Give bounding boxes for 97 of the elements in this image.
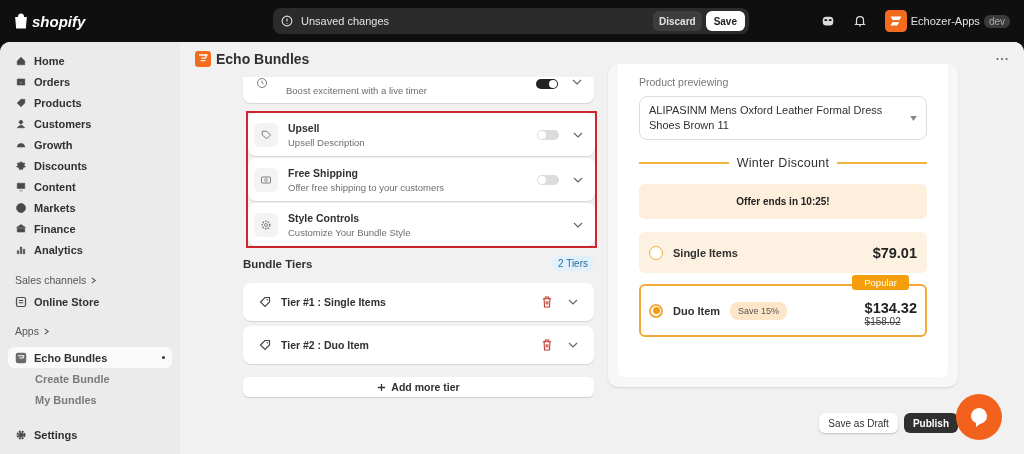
banknote-icon xyxy=(260,173,272,186)
chevron-right-icon xyxy=(42,327,50,335)
toggle-switch[interactable] xyxy=(537,129,559,140)
option-name: Single Items xyxy=(673,246,738,259)
nav-icon xyxy=(15,75,27,88)
nav-item[interactable]: Finance xyxy=(8,218,172,239)
nav-item[interactable]: Products xyxy=(8,92,172,113)
store-logo-icon xyxy=(884,10,907,32)
add-tier-button[interactable]: Add more tier xyxy=(243,377,594,397)
chevron-down-icon[interactable] xyxy=(573,221,583,228)
store-menu[interactable]: Echozer-Apps dev xyxy=(884,10,1010,32)
option-price: $134.32 xyxy=(864,300,917,316)
tier-count-badge: 2 Tiers xyxy=(552,256,594,271)
nav-icon xyxy=(15,222,27,235)
gear-icon xyxy=(15,428,27,441)
toggle-switch[interactable] xyxy=(536,79,558,89)
settings-item[interactable]: Settings xyxy=(8,424,172,445)
nav-icon xyxy=(15,159,27,172)
brand-name: shopify xyxy=(32,12,86,30)
gear-icon xyxy=(260,218,272,231)
chat-bubble-icon[interactable] xyxy=(956,394,1002,440)
tag-plus-icon xyxy=(260,128,272,141)
nav-item[interactable]: Orders xyxy=(8,71,172,92)
storefront-icon xyxy=(15,295,27,308)
nav-icon xyxy=(15,117,27,130)
feature-description: Upsell Description xyxy=(288,136,366,148)
discard-button[interactable]: Discard xyxy=(652,11,702,31)
nav-icon xyxy=(15,201,27,214)
trash-icon[interactable] xyxy=(542,339,552,351)
environment-badge: dev xyxy=(983,14,1010,28)
popular-tag: Popular xyxy=(852,275,909,290)
page-title: Echo Bundles xyxy=(216,51,310,67)
discount-badge: Save 15% xyxy=(730,301,788,320)
shopping-bag-icon xyxy=(14,13,28,29)
nav-item[interactable]: Customers xyxy=(8,113,172,134)
nav-item[interactable]: Growth xyxy=(8,134,172,155)
sub-nav-item[interactable]: My Bundles xyxy=(8,389,172,410)
nav-item[interactable]: Home xyxy=(8,50,172,71)
publish-button[interactable]: Publish xyxy=(903,413,958,433)
nav-icon xyxy=(15,180,27,193)
chevron-down-icon[interactable] xyxy=(568,342,578,348)
sales-channels-heading[interactable]: Sales channels xyxy=(8,271,172,289)
nav-item[interactable]: Echo Bundles xyxy=(8,347,172,368)
pin-dot-icon xyxy=(162,356,165,359)
option-name: Duo Item xyxy=(673,304,721,317)
apps-heading[interactable]: Apps xyxy=(8,322,172,340)
mask-icon[interactable] xyxy=(820,14,835,28)
clock-icon xyxy=(256,77,268,89)
notification-bell-icon[interactable] xyxy=(852,14,867,28)
dropdown-caret-icon xyxy=(910,115,917,121)
feature-description: Boost excitement with a live timer xyxy=(286,85,428,96)
chevron-down-icon[interactable] xyxy=(573,176,583,183)
nav-item[interactable]: Discounts xyxy=(8,155,172,176)
tier-name: Tier #1 : Single Items xyxy=(281,296,387,308)
tier-card[interactable]: Tier #1 : Single Items xyxy=(243,283,594,321)
nav-icon xyxy=(15,54,27,67)
more-icon[interactable] xyxy=(996,57,1008,61)
product-select[interactable]: ALIPASINM Mens Oxford Leather Formal Dress Shoes Brown 11 xyxy=(639,96,927,140)
bundle-option[interactable]: Single Items $79.01 xyxy=(639,232,927,273)
chevron-down-icon[interactable] xyxy=(568,299,578,305)
store-name: Echozer-Apps xyxy=(910,15,980,27)
nav-icon xyxy=(15,243,27,256)
plus-icon xyxy=(377,382,387,392)
tier-card[interactable]: Tier #2 : Duo Item xyxy=(243,326,594,364)
nav-item[interactable]: Content xyxy=(8,176,172,197)
nav-item[interactable]: Online Store xyxy=(8,291,172,312)
chevron-right-icon xyxy=(90,276,98,284)
unsaved-notice: Unsaved changes xyxy=(301,15,390,27)
app-logo-icon xyxy=(195,51,211,67)
feature-title: Style Controls xyxy=(288,211,361,224)
feature-description: Offer free shipping to your customers xyxy=(288,181,446,193)
original-price: $158.02 xyxy=(864,316,901,327)
tier-name: Tier #2 : Duo Item xyxy=(281,339,370,351)
option-price: $79.01 xyxy=(872,244,917,261)
nav-item[interactable]: Markets xyxy=(8,197,172,218)
offer-heading: Winter Discount xyxy=(736,156,830,170)
nav-item[interactable]: Analytics xyxy=(8,239,172,260)
sub-nav-item[interactable]: Create Bundle xyxy=(8,368,172,389)
save-draft-button[interactable]: Save as Draft xyxy=(819,413,898,433)
chevron-down-icon[interactable] xyxy=(572,79,582,85)
radio-button[interactable] xyxy=(649,303,663,318)
field-label: Product previewing xyxy=(639,76,730,88)
alert-icon xyxy=(281,15,293,27)
app-icon xyxy=(15,351,27,364)
toggle-switch[interactable] xyxy=(537,174,559,185)
save-button[interactable]: Save xyxy=(705,11,745,31)
chevron-down-icon[interactable] xyxy=(573,131,583,138)
feature-title: Free Shipping xyxy=(288,166,359,179)
section-heading: Bundle Tiers xyxy=(243,257,313,270)
trash-icon[interactable] xyxy=(542,296,552,308)
countdown-banner: Offer ends in 10:25! xyxy=(639,184,927,219)
radio-button[interactable] xyxy=(649,245,663,260)
nav-icon xyxy=(15,96,27,109)
tag-icon xyxy=(259,339,271,351)
feature-title: Upsell xyxy=(288,121,321,134)
feature-description: Customize Your Bundle Style xyxy=(288,226,412,238)
tag-icon xyxy=(259,296,271,308)
